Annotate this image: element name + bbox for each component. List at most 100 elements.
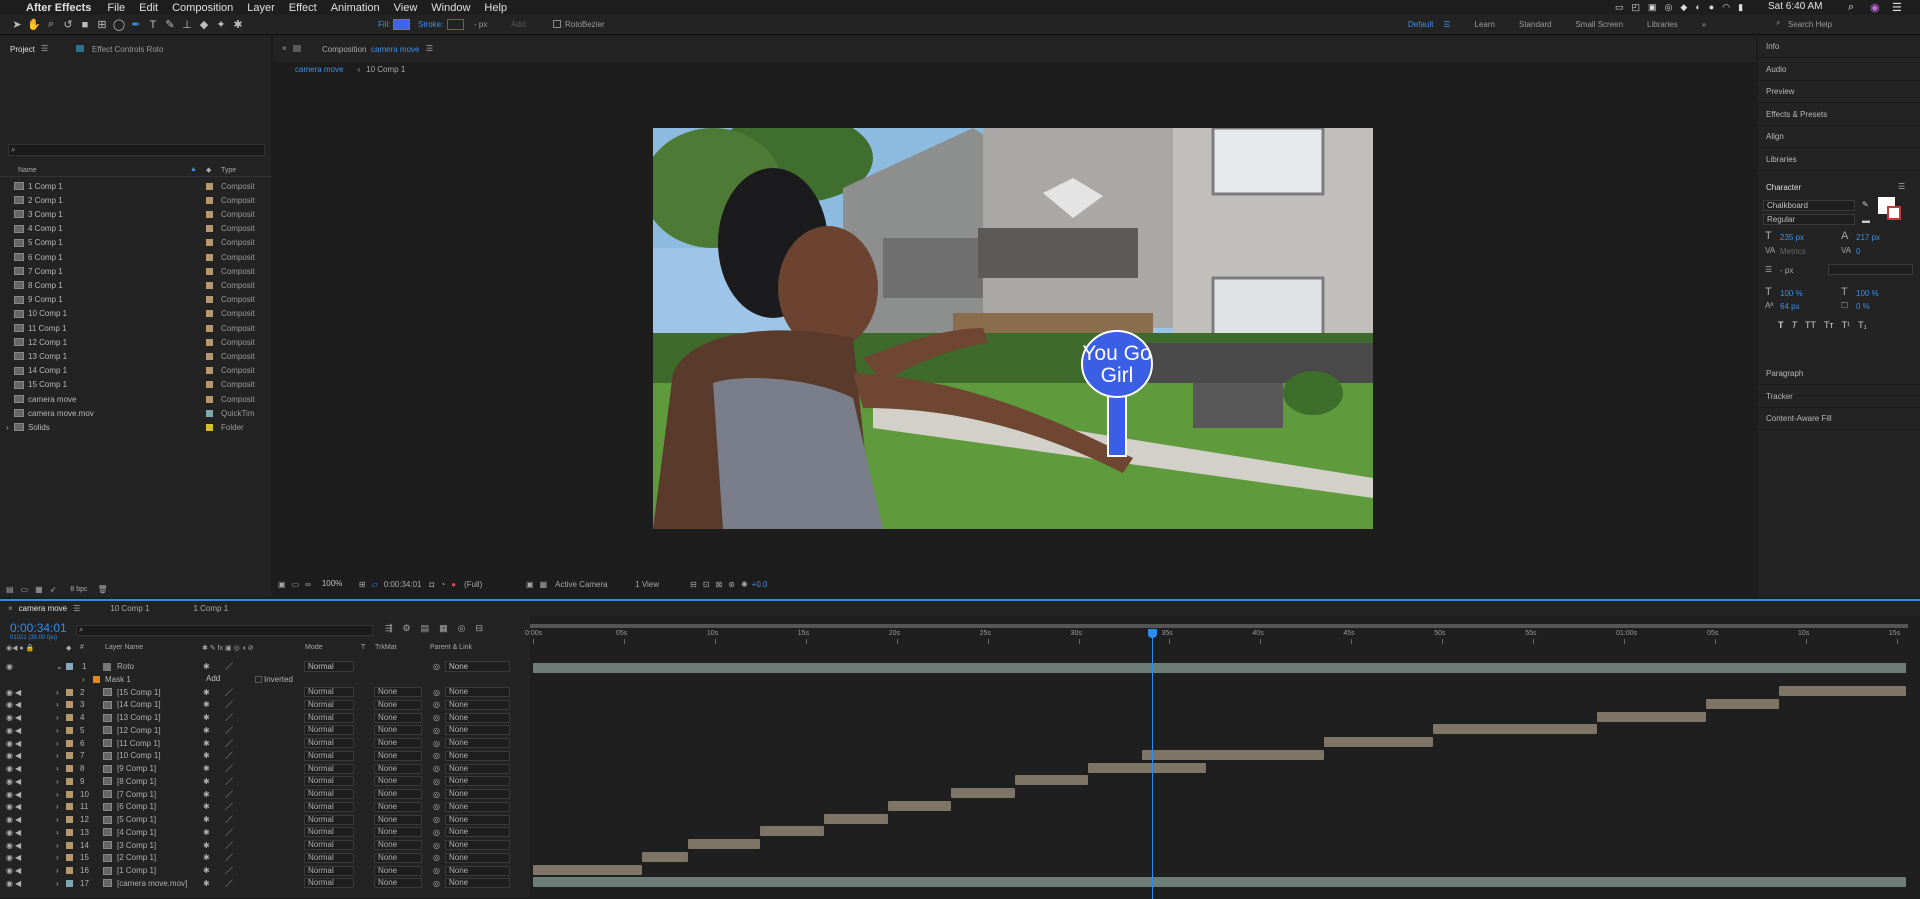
- snapshot-icon[interactable]: ◘: [430, 580, 435, 589]
- creative-cloud-icon[interactable]: ◎: [1665, 2, 1673, 13]
- visibility-icon[interactable]: ◉: [6, 815, 13, 824]
- tab-camera-move[interactable]: camera move: [19, 604, 67, 613]
- tab-project[interactable]: Project: [10, 45, 35, 54]
- leading-value[interactable]: 217 px: [1856, 233, 1880, 242]
- project-item[interactable]: 6 Comp 1 Composit: [0, 250, 271, 264]
- faux-italic-button[interactable]: T: [1792, 320, 1798, 330]
- puppet-tool-icon[interactable]: ✱: [231, 18, 245, 32]
- chevron-right-icon[interactable]: ›: [56, 777, 59, 786]
- label-swatch[interactable]: [66, 739, 73, 747]
- viewer-timecode[interactable]: 0:00:34:01: [384, 580, 422, 589]
- menu-edit[interactable]: Edit: [139, 2, 158, 14]
- audio-icon[interactable]: ◀: [15, 879, 21, 888]
- audio-icon[interactable]: ◀: [15, 739, 21, 748]
- parent-select[interactable]: None: [445, 763, 510, 774]
- timeline-search-field[interactable]: ⌕: [76, 625, 373, 636]
- parent-select[interactable]: None: [445, 865, 510, 876]
- label-swatch[interactable]: [66, 752, 73, 760]
- hand-tool-icon[interactable]: ✋: [27, 18, 41, 32]
- color-channel-icon[interactable]: ●: [451, 580, 456, 589]
- label-swatch[interactable]: [66, 765, 73, 772]
- label-swatch[interactable]: [206, 253, 213, 261]
- visibility-icon[interactable]: ◉: [6, 751, 13, 760]
- chevron-right-icon[interactable]: ›: [56, 866, 59, 875]
- chevron-right-icon[interactable]: ›: [56, 764, 59, 773]
- parent-select[interactable]: None: [445, 878, 510, 889]
- trkmat-select[interactable]: None: [374, 750, 422, 761]
- chevron-right-icon[interactable]: ›: [56, 879, 59, 888]
- search-help-input[interactable]: Search Help: [1788, 20, 1914, 31]
- flowchart-icon[interactable]: ➶: [50, 585, 57, 594]
- bpc-label[interactable]: 8 bpc: [70, 586, 87, 593]
- layer-row[interactable]: ◉ ◀ › 11 [6 Comp 1] ✱ ／ Normal None ◎ None: [0, 801, 530, 813]
- layer-duration-bar[interactable]: [1014, 775, 1088, 786]
- workspace-libraries[interactable]: Libraries: [1647, 20, 1678, 29]
- layer-name[interactable]: [7 Comp 1]: [117, 790, 156, 799]
- interpret-footage-icon[interactable]: ▤: [6, 585, 14, 594]
- quality-switch-icon[interactable]: ✱: [203, 713, 210, 722]
- stroke-width-value[interactable]: - px: [1780, 266, 1793, 275]
- audio-icon[interactable]: ◀: [15, 764, 21, 773]
- quality-switch-icon[interactable]: ✱: [203, 815, 210, 824]
- pickwhip-icon[interactable]: ◎: [433, 764, 440, 773]
- trkmat-select[interactable]: None: [374, 840, 422, 850]
- selection-tool-icon[interactable]: ➤: [10, 18, 24, 32]
- eyedropper-icon[interactable]: ✎: [1862, 200, 1869, 209]
- chevron-right-icon[interactable]: ›: [6, 423, 9, 432]
- vertical-scale-value[interactable]: 100 %: [1780, 289, 1803, 298]
- quality-switch-icon[interactable]: ✱: [203, 790, 210, 799]
- label-swatch[interactable]: [66, 879, 73, 887]
- timeline-icon[interactable]: ⊠: [716, 580, 723, 589]
- composition-menu-icon[interactable]: ☰: [426, 44, 433, 53]
- layer-row[interactable]: ◉ ◀ › 3 [14 Comp 1] ✱ ／ Normal None ◎ None: [0, 699, 530, 711]
- new-composition-icon[interactable]: ▦: [35, 585, 43, 594]
- project-item[interactable]: 5 Comp 1 Composit: [0, 236, 271, 250]
- layer-duration-bar[interactable]: [1596, 711, 1706, 722]
- parent-select[interactable]: None: [445, 776, 510, 787]
- pen-switch-icon[interactable]: ／: [225, 776, 233, 787]
- composition-tab-prefix[interactable]: Composition: [322, 45, 366, 54]
- label-swatch[interactable]: [206, 409, 213, 417]
- layer-row[interactable]: ◉ ◀ › 7 [10 Comp 1] ✱ ／ Normal None ◎ None: [0, 750, 530, 762]
- quality-switch-icon[interactable]: ✱: [203, 853, 210, 862]
- label-swatch[interactable]: [66, 790, 73, 798]
- pen-switch-icon[interactable]: ／: [225, 801, 233, 812]
- quality-switch-icon[interactable]: ✱: [203, 777, 210, 786]
- layer-name[interactable]: [15 Comp 1]: [117, 688, 161, 697]
- trkmat-select[interactable]: None: [374, 763, 422, 774]
- parent-select[interactable]: None: [445, 801, 510, 812]
- tab-effect-controls[interactable]: Effect Controls Roto: [92, 45, 163, 54]
- audio-icon[interactable]: ◀: [15, 866, 21, 875]
- project-menu-icon[interactable]: ☰: [41, 44, 48, 53]
- parent-select[interactable]: None: [445, 687, 510, 697]
- trkmat-select[interactable]: None: [374, 814, 422, 825]
- subscript-button[interactable]: T₁: [1858, 320, 1867, 330]
- pen-switch-icon[interactable]: ／: [225, 840, 233, 851]
- pickwhip-icon[interactable]: ◎: [433, 739, 440, 748]
- trkmat-select[interactable]: None: [374, 789, 422, 799]
- mode-select[interactable]: Normal: [304, 763, 354, 774]
- parent-select[interactable]: None: [445, 827, 510, 838]
- project-item[interactable]: 8 Comp 1 Composit: [0, 278, 271, 292]
- pen-switch-icon[interactable]: ／: [225, 699, 233, 710]
- label-swatch[interactable]: [206, 225, 213, 233]
- layer-row[interactable]: ◉ ◀ › 13 [4 Comp 1] ✱ ／ Normal None ◎ None: [0, 826, 530, 838]
- tab-menu-icon[interactable]: ☰: [73, 604, 80, 613]
- chevron-right-icon[interactable]: ›: [56, 751, 59, 760]
- quality-switch-icon[interactable]: ✱: [203, 879, 210, 888]
- mode-select[interactable]: Normal: [304, 725, 354, 736]
- zoom-select[interactable]: 100%: [319, 579, 359, 590]
- quality-switch-icon[interactable]: ✱: [203, 662, 210, 671]
- audio-icon[interactable]: ◀: [15, 815, 21, 824]
- layer-row[interactable]: ◉ ◀ › 17 [camera move.mov] ✱ ／ Normal None ◎ None: [0, 877, 530, 889]
- label-swatch[interactable]: [66, 726, 73, 734]
- parent-select[interactable]: None: [445, 712, 510, 723]
- layer-row[interactable]: ◉ ◀ › 14 [3 Comp 1] ✱ ／ Normal None ◎ None: [0, 839, 530, 851]
- draft-3d-icon[interactable]: ⚙: [403, 623, 411, 634]
- screen-icon[interactable]: ◰: [1632, 2, 1641, 13]
- trkmat-select[interactable]: None: [374, 801, 422, 812]
- tab-1-comp-1[interactable]: 1 Comp 1: [193, 604, 228, 613]
- tsume-value[interactable]: 0 %: [1856, 302, 1870, 311]
- playhead[interactable]: [1147, 629, 1157, 899]
- label-swatch[interactable]: [66, 841, 73, 849]
